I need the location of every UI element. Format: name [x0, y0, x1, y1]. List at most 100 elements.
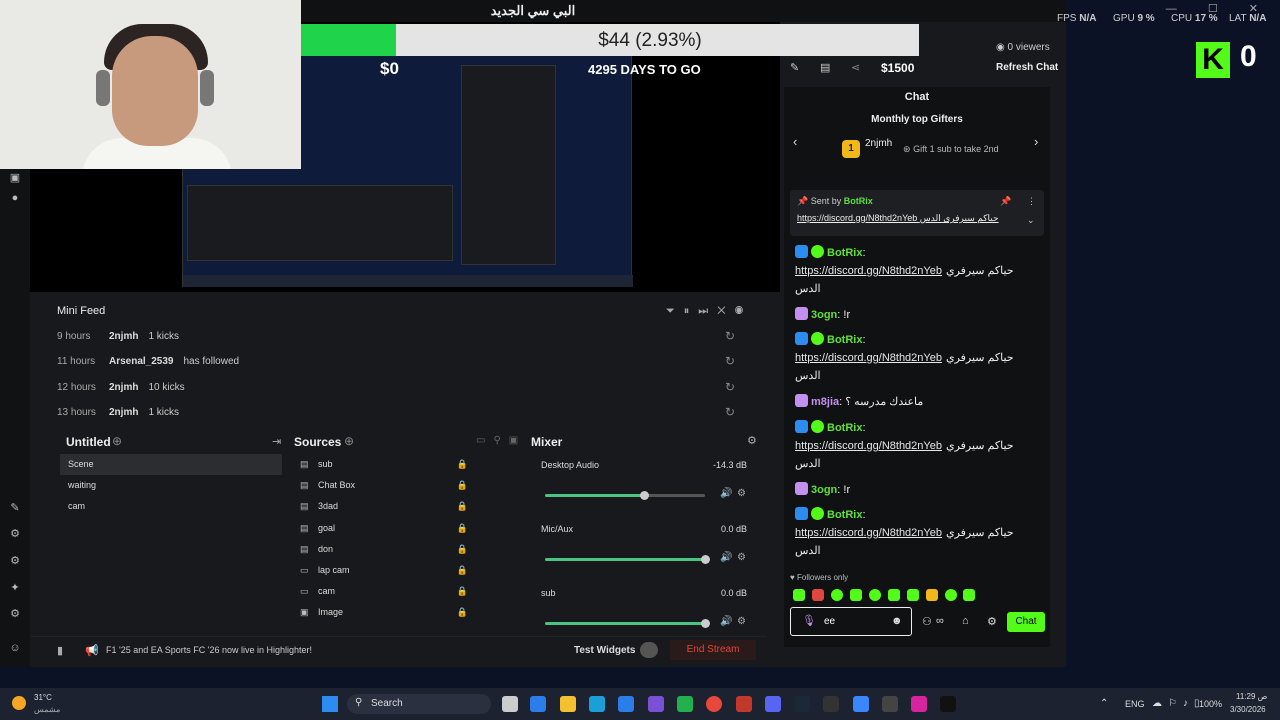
lock-icon[interactable]: 🔒 — [457, 518, 468, 539]
mute-icon[interactable]: 🔊 — [720, 552, 732, 563]
weather-icon[interactable] — [12, 696, 26, 710]
lock-icon[interactable]: 🔒 — [457, 475, 468, 496]
emoji-icon[interactable]: ☻ — [891, 615, 903, 627]
prev-arrow-icon[interactable]: ‹ — [793, 134, 797, 149]
users-icon[interactable]: ⚇ — [922, 615, 932, 628]
source-item[interactable]: ▤ 3dad 🔒 — [294, 496, 512, 517]
spark-icon[interactable]: ✦ — [9, 582, 21, 594]
instagram-icon[interactable] — [911, 696, 927, 712]
lock-icon[interactable]: 🔒 — [457, 602, 468, 623]
feed-user[interactable]: 2njmh — [109, 407, 138, 418]
replay-icon[interactable]: ↻ — [725, 349, 735, 374]
source-item[interactable]: ▤ goal 🔒 — [294, 518, 512, 539]
promo-text[interactable]: F1 '25 and EA Sports FC '26 now live in … — [106, 645, 312, 655]
source-item[interactable]: ▭ cam 🔒 — [294, 581, 512, 602]
source-item[interactable]: ▤ Chat Box 🔒 — [294, 475, 512, 496]
lock-icon[interactable]: 🔒 — [457, 539, 468, 560]
volume-slider-knob[interactable] — [701, 619, 710, 628]
streamlabs-icon[interactable] — [853, 696, 869, 712]
add-scene-icon[interactable]: ⊕ — [112, 434, 122, 448]
chat-username[interactable]: 3ogn — [811, 484, 837, 496]
language-indicator[interactable]: ENG — [1125, 699, 1145, 709]
source-item[interactable]: ▤ don 🔒 — [294, 539, 512, 560]
browser-icon[interactable] — [589, 696, 605, 712]
store-app-icon[interactable] — [618, 696, 634, 712]
chat-link[interactable]: https://discord.gg/N8thd2nYeb — [795, 527, 942, 539]
add-source-icon[interactable]: ⊕ — [344, 434, 354, 448]
feed-user[interactable]: 2njmh — [109, 331, 138, 342]
emote-bar[interactable] — [793, 588, 975, 602]
clock-time[interactable]: 11:29 ص — [1236, 692, 1267, 701]
lock-icon[interactable]: 🔒 — [457, 581, 468, 602]
feed-user[interactable]: 2njmh — [109, 382, 138, 393]
refresh-chat-button[interactable]: Refresh Chat — [996, 62, 1058, 73]
chat-username[interactable]: BotRix — [827, 422, 862, 434]
studio-icon[interactable]: ▣ — [9, 172, 21, 184]
stats-icon[interactable]: ▮ — [57, 644, 63, 657]
scene-transition-icon[interactable]: ⇥ — [272, 435, 281, 448]
source-item[interactable]: ▭ lap cam 🔒 — [294, 560, 512, 581]
source-item[interactable]: ▣ Image 🔒 — [294, 602, 512, 623]
record-icon[interactable]: ● — [9, 192, 21, 204]
infinity-icon[interactable]: ∞ — [936, 615, 944, 627]
lock-icon[interactable]: 🔒 — [457, 454, 468, 475]
chat-input-value[interactable]: ee — [824, 616, 835, 627]
highlighter-icon[interactable]: ✎ — [9, 502, 21, 514]
rec-toggle[interactable] — [640, 642, 658, 658]
chat-username[interactable]: BotRix — [827, 509, 862, 521]
test-widgets-button[interactable]: Test Widgets — [574, 645, 635, 656]
chat-settings-icon[interactable]: ⚙ — [987, 615, 997, 628]
replay-icon[interactable]: ↻ — [725, 324, 735, 349]
chat-link[interactable]: https://discord.gg/N8thd2nYeb — [795, 352, 942, 364]
source-tools[interactable]: ▭⚲▣ — [476, 435, 526, 446]
channel-settings-icon[interactable]: ⚙ — [737, 552, 746, 563]
share-icon[interactable]: ⋖ — [851, 61, 860, 74]
chat-link[interactable]: https://discord.gg/N8thd2nYeb — [795, 265, 942, 277]
xbox-icon[interactable] — [677, 696, 693, 712]
mixer-settings-icon[interactable]: ⚙ — [747, 434, 757, 447]
pinned-user[interactable]: BotRix — [844, 196, 873, 206]
settings2-icon[interactable]: ⚙ — [9, 608, 21, 620]
steam-icon[interactable] — [794, 696, 810, 712]
pinned-text[interactable]: https://discord.gg/N8thd2nYeb حياكم سيرف… — [797, 213, 1017, 224]
weather-temp[interactable]: 31°C — [34, 693, 52, 702]
tiktok-icon[interactable] — [940, 696, 956, 712]
profile-icon[interactable]: ☺ — [9, 642, 21, 654]
scene-item[interactable]: Scene — [60, 454, 282, 475]
clock-date[interactable]: 3/30/2026 — [1230, 705, 1266, 714]
replay-icon[interactable]: ↻ — [725, 400, 735, 425]
chat-username[interactable]: 3ogn — [811, 309, 837, 321]
next-arrow-icon[interactable]: › — [1034, 134, 1038, 149]
source-item[interactable]: ▤ sub 🔒 — [294, 454, 512, 475]
chrome-icon[interactable] — [706, 696, 722, 712]
feed-user[interactable]: Arsenal_2539 — [109, 356, 174, 367]
end-stream-button[interactable]: End Stream — [670, 640, 756, 660]
discord-icon[interactable] — [765, 696, 781, 712]
app3-icon[interactable] — [882, 696, 898, 712]
task-view-icon[interactable] — [502, 696, 518, 712]
emote-icons[interactable] — [793, 588, 975, 602]
chevron-down-icon[interactable]: ⌄ — [1027, 215, 1035, 226]
chat-link[interactable]: https://discord.gg/N8thd2nYeb — [795, 440, 942, 452]
unpin-icon[interactable]: 📌 — [1000, 196, 1011, 207]
lock-icon[interactable]: 🔒 — [457, 560, 468, 581]
mute-icon[interactable]: 🔊 — [720, 488, 732, 499]
scene-item[interactable]: cam — [60, 496, 282, 517]
channel-settings-icon[interactable]: ⚙ — [737, 616, 746, 627]
feed-controls[interactable]: ⏷⏸⏭✕◉ — [666, 305, 752, 318]
chat-username[interactable]: BotRix — [827, 247, 862, 259]
tray-chevron-icon[interactable]: ⌃ — [1100, 698, 1108, 709]
edit-icon[interactable]: ✎ — [790, 61, 799, 74]
chat-username[interactable]: BotRix — [827, 334, 862, 346]
mute-icon[interactable]: 🔊 — [720, 616, 732, 627]
volume-slider-knob[interactable] — [701, 555, 710, 564]
channel-settings-icon[interactable]: ⚙ — [737, 488, 746, 499]
app2-icon[interactable] — [736, 696, 752, 712]
windows-start-icon[interactable] — [322, 696, 338, 712]
send-chat-button[interactable]: Chat — [1007, 612, 1045, 632]
epic-icon[interactable] — [823, 696, 839, 712]
chat-username[interactable]: m8jia — [811, 396, 839, 408]
store-icon[interactable]: ⌂ — [962, 615, 969, 627]
replay-icon[interactable]: ↻ — [725, 375, 735, 400]
save-icon[interactable]: ▤ — [820, 61, 830, 74]
